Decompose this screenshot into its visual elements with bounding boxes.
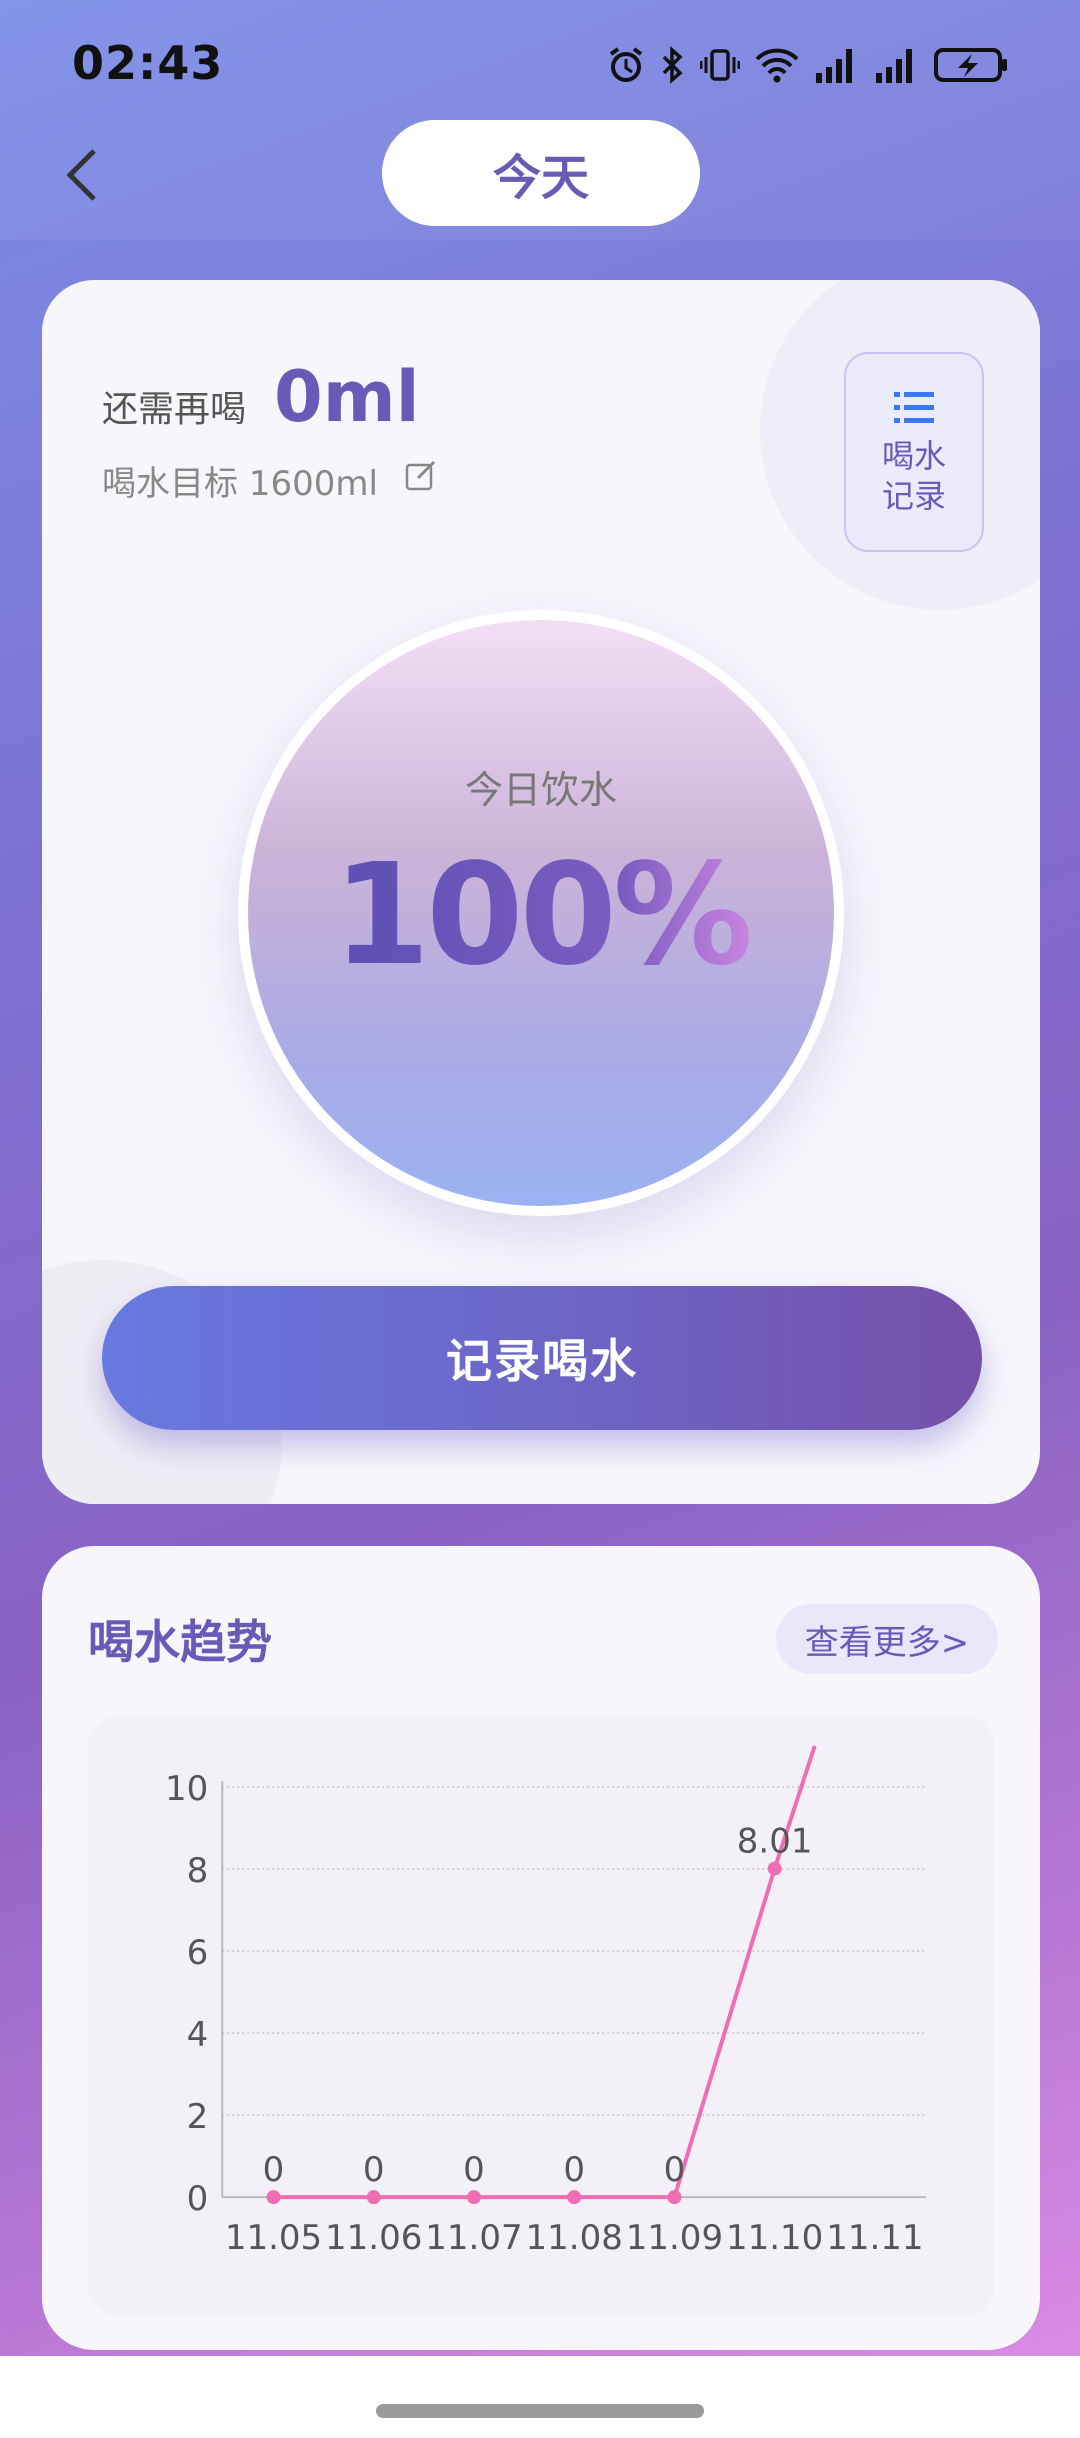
data-point <box>466 2190 481 2205</box>
y-tick-label: 4 <box>187 2015 209 2055</box>
data-label: 0 <box>363 2150 385 2190</box>
data-label: 0 <box>263 2150 285 2190</box>
progress-label: 今日饮水 <box>464 768 617 812</box>
progress-percent: 100% <box>332 834 754 997</box>
data-point <box>667 2190 682 2205</box>
view-more-button[interactable]: 查看更多> <box>776 1604 998 1674</box>
trend-card: 喝水趋势 查看更多> 0 2 4 6 8 10 11.05 11.06 11.07 11.08 11… <box>42 1546 1040 2350</box>
signal-icon <box>814 45 860 85</box>
y-tick-label: 6 <box>187 1933 209 1973</box>
data-point <box>266 2190 281 2205</box>
progress-ring: 今日饮水 100% <box>238 610 844 1216</box>
view-more-label: 查看更多> <box>804 1622 970 1663</box>
battery-charging-icon <box>934 45 1010 85</box>
y-tick-label: 2 <box>187 2097 209 2137</box>
x-tick-label: 11.09 <box>626 2218 723 2258</box>
x-tick-label: 11.10 <box>726 2218 823 2258</box>
goal-text[interactable]: 喝水目标 1600ml <box>102 456 378 505</box>
remaining-label: 还需再喝 <box>102 389 247 430</box>
edit-icon[interactable] <box>404 458 438 492</box>
date-selector[interactable]: 今天 <box>382 120 700 226</box>
x-tick-label: 11.05 <box>225 2218 322 2258</box>
page-title: 今天 <box>492 150 589 206</box>
data-label: 0 <box>563 2150 585 2190</box>
y-tick-label: 0 <box>187 2179 209 2219</box>
bluetooth-icon <box>660 45 686 85</box>
data-point <box>767 1861 782 1876</box>
back-button[interactable] <box>52 140 112 210</box>
record-drink-button[interactable]: 记录喝水 <box>102 1286 982 1430</box>
list-icon <box>894 392 934 423</box>
series-line <box>273 1745 817 2200</box>
wifi-icon <box>754 45 800 85</box>
x-tick-label: 11.06 <box>325 2218 422 2258</box>
navigation-bar <box>0 2356 1080 2438</box>
chart-area: 0 2 4 6 8 10 11.05 11.06 11.07 11.08 11.09 11.10 11.… <box>88 1716 994 2316</box>
home-indicator[interactable] <box>376 2404 704 2418</box>
vibrate-icon <box>700 45 740 85</box>
y-tick-label: 10 <box>165 1769 208 1809</box>
status-icons <box>606 40 1010 90</box>
data-label: 0 <box>664 2150 686 2190</box>
intake-card: 还需再喝 0ml 喝水目标 1600ml 喝水记录 今日饮水 100% 记录喝水 <box>42 280 1040 1504</box>
progress-circle: 今日饮水 100% <box>248 620 834 1206</box>
trend-title: 喝水趋势 <box>88 1615 272 1669</box>
x-tick-label: 11.11 <box>826 2218 923 2258</box>
signal-icon <box>874 45 920 85</box>
y-tick-label: 8 <box>187 1851 209 1891</box>
drink-records-button[interactable]: 喝水记录 <box>844 352 984 552</box>
trend-chart: 0 2 4 6 8 10 11.05 11.06 11.07 11.08 11.09 11.10 11.… <box>165 1745 927 2258</box>
data-label: 0 <box>463 2150 485 2190</box>
remaining-value: 0ml <box>274 356 420 438</box>
chevron-left-icon <box>66 149 96 201</box>
data-point <box>567 2190 582 2205</box>
status-time: 02:43 <box>72 36 224 90</box>
x-tick-label: 11.07 <box>425 2218 522 2258</box>
data-point <box>366 2190 381 2205</box>
data-label: 8.01 <box>737 1822 813 1862</box>
alarm-icon <box>606 45 646 85</box>
drink-records-label: 喝水记录 <box>881 437 946 515</box>
x-tick-label: 11.08 <box>526 2218 623 2258</box>
record-drink-label: 记录喝水 <box>446 1334 638 1388</box>
